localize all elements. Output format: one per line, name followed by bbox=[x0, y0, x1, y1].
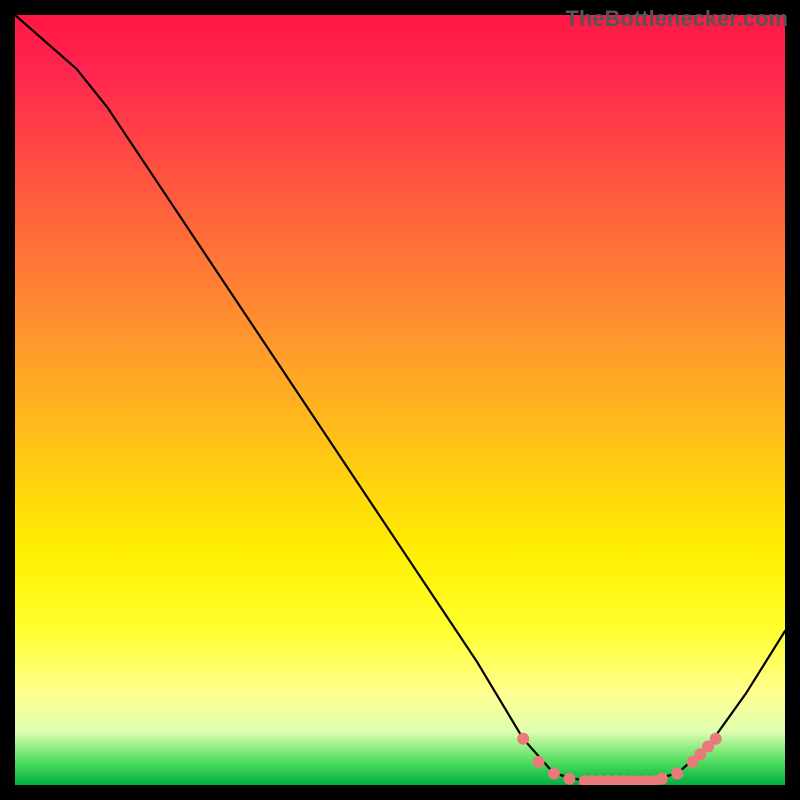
watermark-text: TheBottlenecker.com bbox=[565, 6, 788, 32]
chart-background-gradient bbox=[15, 15, 785, 785]
chart-plot-area bbox=[15, 15, 785, 785]
